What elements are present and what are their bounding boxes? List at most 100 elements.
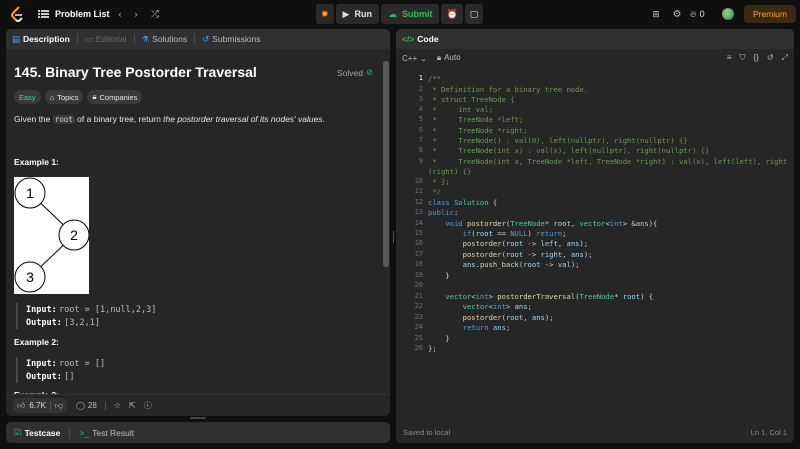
- tab-test-result-label: Test Result: [92, 427, 135, 438]
- tab-description[interactable]: ▤ Description: [12, 34, 70, 45]
- star-icon[interactable]: ☆: [114, 401, 121, 410]
- problem-statement: Given the root of a binary tree, return …: [14, 113, 384, 126]
- example-1-heading: Example 1:: [14, 157, 59, 167]
- example-1-io: Input: root = [1,null,2,3] Output: [3,2,…: [16, 303, 156, 329]
- difficulty-badge: Easy: [14, 90, 41, 104]
- check-circle-icon: ⊘: [366, 67, 374, 77]
- saved-status: Saved to local: [403, 427, 451, 437]
- tab-solutions[interactable]: ⚗ Solutions: [142, 34, 188, 45]
- run-label: Run: [354, 9, 372, 19]
- comments-button[interactable]: ◯ 28: [76, 401, 97, 410]
- help-icon[interactable]: ⓘ: [144, 400, 152, 411]
- shuffle-icon[interactable]: ⤮: [145, 4, 165, 24]
- line-number: 4: [418, 105, 423, 113]
- example-1-tree-image: 1 2 3: [14, 177, 89, 294]
- streak-counter[interactable]: 🔥︎ 0: [690, 0, 705, 28]
- premium-button[interactable]: Premium: [744, 5, 796, 23]
- line-number: 18: [414, 260, 423, 268]
- editor-toolbar: C++ ⌄ 🔒︎ Auto ≡ ⛉ {} ↺ ⤢: [396, 49, 794, 67]
- tab-testcase[interactable]: ☑ Testcase: [14, 427, 60, 438]
- auto-label: Auto: [444, 53, 461, 62]
- code-line: * TreeNode *right;: [428, 126, 528, 135]
- input-label: Input:: [26, 305, 57, 315]
- braces-icon[interactable]: {}: [754, 53, 759, 63]
- line-number: 8: [418, 146, 423, 154]
- line-number: 15: [414, 229, 423, 237]
- comment-count: 28: [87, 401, 97, 410]
- companies-pill[interactable]: 🔒︎ Companies: [87, 90, 143, 104]
- tag-icon: ⌂: [49, 92, 55, 102]
- tab-submissions[interactable]: ↺ Submissions: [202, 34, 260, 45]
- editor-status-bar: Saved to local Ln 1, Col 1: [396, 421, 794, 443]
- bug-icon: ✹: [321, 8, 329, 19]
- line-number: 26: [414, 344, 423, 352]
- description-footer: 👍︎ 6.7K 👎︎ ◯ 28 ☆ ⇱ ⓘ: [6, 394, 390, 416]
- tab-editorial[interactable]: ▭ Editorial: [85, 34, 127, 45]
- next-problem-icon[interactable]: ›: [126, 4, 146, 24]
- line-number: 16: [414, 239, 423, 247]
- language-value: C++: [402, 53, 418, 63]
- code-editor[interactable]: 1 2 3 4 5 6 7 8 9 10 11 12 13 14 15 16 17 18 19 20 21 22 23 24 2…: [396, 67, 794, 421]
- format-icon[interactable]: ≡: [727, 53, 732, 63]
- tree-node-1: 1: [26, 185, 34, 201]
- code-line: * TreeNode(int x) : val(x), left(nullptr…: [428, 146, 710, 155]
- timer-button[interactable]: ⏰: [441, 4, 463, 24]
- line-number: 25: [414, 334, 423, 342]
- code-line: }: [428, 271, 450, 280]
- layout-icon[interactable]: ⊞: [646, 4, 666, 24]
- line-number: 14: [414, 219, 423, 227]
- reset-icon[interactable]: ↺: [767, 53, 774, 63]
- problem-tags: Easy ⌂ Topics 🔒︎ Companies: [14, 90, 143, 104]
- intro-text-c: .: [322, 114, 325, 124]
- thumbs-down-icon[interactable]: 👎︎: [55, 401, 63, 411]
- tab-code[interactable]: </> Code: [402, 34, 439, 44]
- thumbs-up-icon[interactable]: 👍︎: [17, 401, 25, 411]
- fullscreen-icon[interactable]: ⤢: [782, 53, 788, 63]
- line-number: 2: [418, 85, 423, 93]
- code-line: * TreeNode *left;: [428, 115, 524, 124]
- code-line: vector<int> postorderTraversal(TreeNode*…: [445, 292, 654, 301]
- input-label: Input:: [26, 359, 57, 369]
- avatar[interactable]: [722, 8, 734, 20]
- code-line: * };: [428, 177, 450, 186]
- line-number: 11: [414, 187, 423, 195]
- code-line: postorder(root -> right, ans);: [462, 250, 593, 259]
- horizontal-resize-handle[interactable]: [190, 417, 206, 419]
- notes-button[interactable]: ▢: [464, 4, 484, 24]
- code-line: * TreeNode() : val(0), left(nullptr), ri…: [428, 136, 688, 145]
- code-line: return ans;: [462, 323, 511, 332]
- line-number: 6: [418, 126, 423, 134]
- run-submit-group: ✹ ▶ Run ☁ Submit ⏰ ▢: [316, 4, 484, 24]
- book-icon: ▭: [84, 33, 93, 44]
- tab-solutions-label: Solutions: [152, 34, 188, 44]
- code-line: * int val;: [428, 105, 493, 114]
- bookmark-icon[interactable]: ⛉: [740, 53, 746, 63]
- input-value: root = [1,null,2,3]: [59, 305, 157, 315]
- vertical-resize-handle[interactable]: [391, 230, 395, 244]
- submit-button[interactable]: ☁ Submit: [380, 4, 440, 24]
- note-icon: ▢: [469, 8, 479, 19]
- like-dislike-group: 👍︎ 6.7K 👎︎: [12, 398, 68, 413]
- code-line: class Solution {: [428, 198, 498, 207]
- share-icon[interactable]: ⇱: [129, 401, 136, 410]
- topics-pill[interactable]: ⌂ Topics: [44, 90, 84, 104]
- code-line: postorder(root -> left, ans);: [462, 239, 589, 248]
- settings-gear-icon[interactable]: ⚙: [667, 4, 687, 24]
- debug-button[interactable]: ✹: [316, 4, 334, 24]
- leetcode-logo[interactable]: [10, 0, 24, 28]
- example-2-heading: Example 2:: [14, 337, 59, 347]
- chevron-down-icon: ⌄: [420, 53, 427, 63]
- output-value: []: [64, 372, 75, 382]
- tab-test-result[interactable]: >_ Test Result: [79, 428, 134, 438]
- run-button[interactable]: ▶ Run: [335, 4, 379, 24]
- intro-emphasis: the postorder traversal of its nodes' va…: [163, 114, 323, 124]
- auto-toggle[interactable]: 🔒︎ Auto: [437, 53, 461, 63]
- tab-submissions-label: Submissions: [212, 34, 261, 44]
- language-select[interactable]: C++ ⌄: [402, 54, 427, 63]
- scrollbar-thumb[interactable]: [383, 61, 389, 267]
- lock-icon: 🔒︎: [436, 53, 442, 62]
- line-number: 20: [414, 281, 423, 289]
- problem-list-button[interactable]: Problem List: [38, 0, 110, 28]
- tab-editorial-label: Editorial: [95, 34, 127, 44]
